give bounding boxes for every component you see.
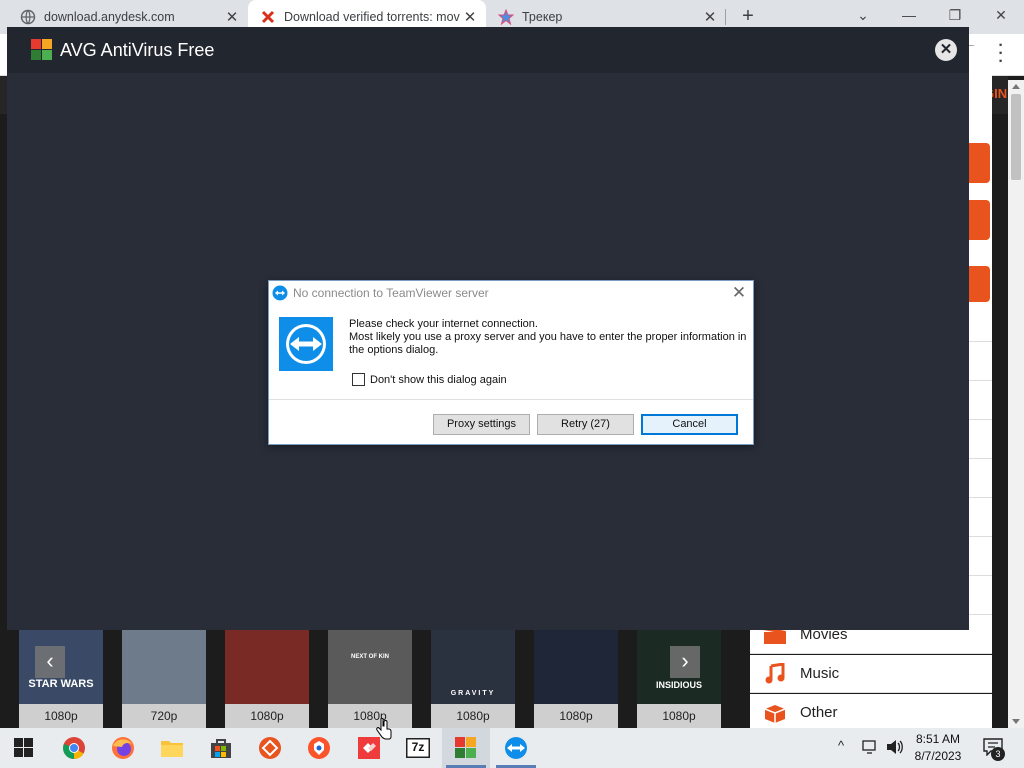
movie-poster[interactable]: INSIDIOUS 1080p [637, 630, 721, 728]
dialog-close-icon[interactable]: ✕ [731, 283, 747, 303]
chrome-icon[interactable] [62, 736, 86, 760]
browser-menu-icon[interactable]: · · · [994, 38, 1008, 70]
tab-divider [725, 9, 726, 25]
quality-badge: 1080p [328, 704, 412, 728]
poster-image [534, 630, 618, 704]
dialog-titlebar: No connection to TeamViewer server ✕ [269, 281, 753, 305]
brave-icon[interactable] [307, 736, 331, 760]
message-line: Please check your internet connection. [349, 318, 538, 330]
avg-title: AVG AntiVirus Free [60, 40, 215, 60]
restore-button[interactable]: ❐ [932, 0, 978, 30]
quality-badge: 1080p [637, 704, 721, 728]
network-icon[interactable] [862, 740, 880, 757]
clock-date: 8/7/2023 [914, 749, 962, 763]
tab-title: Трекер [522, 10, 563, 24]
poster-title: NEXT OF KIN [350, 654, 389, 660]
movie-poster[interactable]: GRAVITY 1080p [431, 630, 515, 728]
quality-badge: 1080p [534, 704, 618, 728]
checkbox-box[interactable] [352, 373, 365, 386]
box-icon [762, 702, 788, 724]
teamviewer-error-dialog: No connection to TeamViewer server ✕ Ple… [268, 280, 754, 445]
show-hidden-icons[interactable]: ^ [838, 738, 844, 753]
movie-poster[interactable]: 1080p [534, 630, 618, 728]
retry-button[interactable]: Retry (27) [537, 414, 634, 435]
firefox-icon[interactable] [111, 736, 135, 760]
taskbar-clock[interactable]: 8:51 AM 8/7/2023 [908, 731, 968, 765]
site-x-icon [260, 9, 276, 25]
quality-badge: 1080p [19, 704, 103, 728]
scrollbar-thumb[interactable] [1011, 94, 1021, 180]
movie-poster[interactable]: NEXT OF KIN 1080p [328, 630, 412, 728]
dialog-message: Please check your internet connection. M… [349, 318, 749, 357]
new-tab-button[interactable]: + [736, 5, 760, 29]
notification-count-badge: 3 [991, 747, 1005, 761]
tab-title: Download verified torrents: movi [284, 10, 460, 24]
close-window-button[interactable]: ✕ [978, 0, 1024, 30]
category-music[interactable]: Music [750, 655, 992, 693]
poster-title: GRAVITY [450, 690, 496, 697]
tracker-star-icon [498, 9, 514, 25]
cancel-button[interactable]: Cancel [641, 414, 738, 435]
dont-show-again-checkbox[interactable]: Don't show this dialog again [352, 373, 507, 386]
store-icon[interactable] [209, 736, 233, 760]
category-label: Other [800, 704, 838, 721]
poster-image [225, 630, 309, 704]
movie-poster[interactable]: STAR WARS 1080p [19, 630, 103, 728]
windows-taskbar: 7z ^ 8:51 AM 8/7/2023 3 [0, 728, 1024, 768]
scroll-up-icon[interactable] [1012, 84, 1020, 89]
teamviewer-logo-icon [279, 317, 333, 371]
movie-poster[interactable]: 1080p [225, 630, 309, 728]
music-note-icon [762, 662, 788, 685]
carousel-prev-icon[interactable]: ‹ [35, 646, 65, 678]
message-line: Most likely you use a proxy server and y… [349, 331, 747, 356]
carousel-next-icon[interactable]: › [670, 646, 700, 678]
poster-image [122, 630, 206, 704]
avg-close-button[interactable]: ✕ [935, 39, 957, 61]
tab-close-icon[interactable]: ✕ [222, 8, 242, 26]
page-scrollbar[interactable] [1008, 80, 1024, 728]
dialog-button-bar: Proxy settings Retry (27) Cancel [269, 399, 753, 444]
clock-time: 8:51 AM [915, 732, 961, 746]
teamviewer-icon [272, 285, 288, 301]
dialog-title: No connection to TeamViewer server [293, 286, 489, 300]
start-icon[interactable] [12, 736, 36, 760]
tab-search-button[interactable]: ⌄ [840, 0, 886, 30]
sidebar-orange-button[interactable] [966, 200, 990, 240]
7zip-label: 7z [411, 740, 425, 754]
quality-badge: 1080p [431, 704, 515, 728]
avg-logo-icon [31, 39, 53, 61]
tab-close-icon[interactable]: ✕ [700, 8, 720, 26]
tab-close-icon[interactable]: ✕ [460, 8, 480, 26]
tab-title: download.anydesk.com [44, 10, 175, 24]
quality-badge: 720p [122, 704, 206, 728]
poster-image [328, 630, 412, 704]
avg-icon[interactable] [454, 736, 478, 760]
scroll-down-icon[interactable] [1012, 719, 1020, 724]
poster-title: STAR WARS [28, 678, 94, 690]
category-label: Music [800, 665, 840, 682]
volume-icon[interactable] [886, 739, 904, 758]
mouse-cursor-icon [376, 717, 392, 740]
file-explorer-icon[interactable] [160, 736, 184, 760]
sidebar-orange-button[interactable] [966, 143, 990, 183]
sidebar-orange-button[interactable] [966, 266, 990, 302]
minimize-button[interactable]: — [886, 0, 932, 30]
movie-poster[interactable]: 720p [122, 630, 206, 728]
anydesk-icon[interactable] [258, 736, 282, 760]
avg-header: AVG AntiVirus Free ✕ [7, 27, 969, 73]
globe-icon [20, 9, 36, 25]
teamviewer-taskbar-icon[interactable] [504, 736, 528, 760]
7zip-icon[interactable]: 7z [406, 736, 430, 760]
proxy-settings-button[interactable]: Proxy settings [433, 414, 530, 435]
poster-title: INSIDIOUS [655, 680, 702, 690]
checkbox-label: Don't show this dialog again [370, 373, 507, 386]
quality-badge: 1080p [225, 704, 309, 728]
category-other[interactable]: Other [750, 694, 992, 732]
